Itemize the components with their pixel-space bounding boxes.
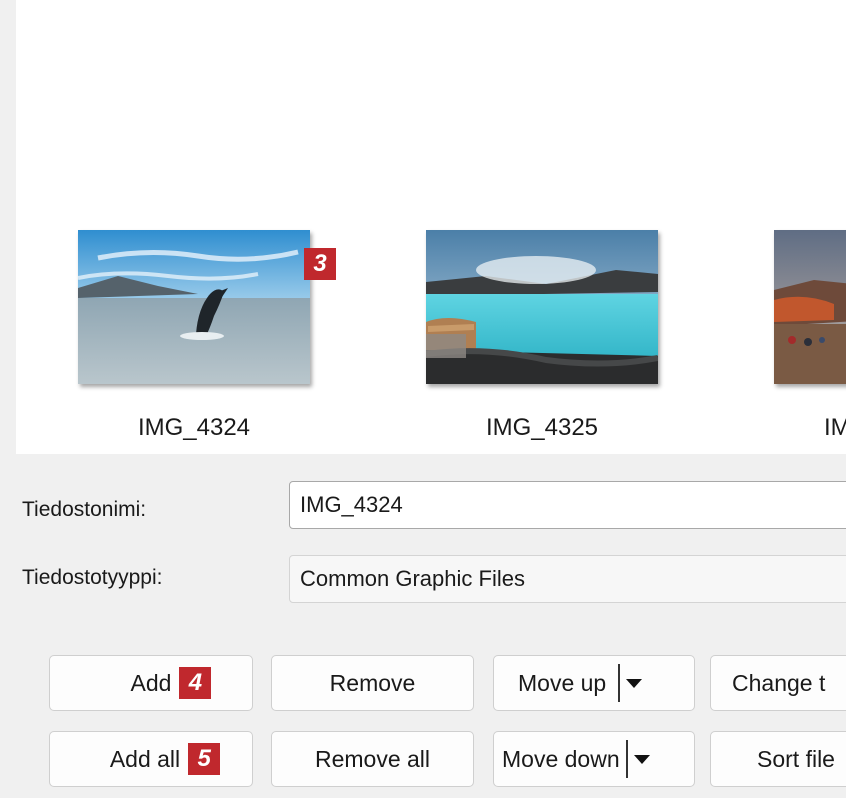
filetype-label: Tiedostotyyppi:	[22, 566, 163, 589]
change-button-label: Change t	[732, 669, 826, 696]
move-down-label: Move down	[502, 745, 620, 772]
split-divider	[625, 740, 628, 778]
chevron-down-icon[interactable]	[626, 678, 643, 688]
filename-input[interactable]: IMG_4324	[289, 481, 846, 529]
add-all-button-label: Add all	[109, 745, 181, 772]
move-down-split-button[interactable]: Move down	[493, 731, 695, 787]
callout-marker: 5	[188, 743, 221, 775]
thumbnail-image-volcano	[774, 230, 846, 384]
filetype-select[interactable]: Common Graphic Files	[289, 555, 846, 603]
callout-marker: 4	[179, 667, 212, 699]
add-button-label: Add	[130, 669, 172, 696]
add-all-button[interactable]: Add all 5	[49, 731, 253, 787]
thumbnail-image-lagoon	[426, 230, 658, 384]
callout-marker: 3	[304, 248, 336, 280]
remove-all-button[interactable]: Remove all	[271, 731, 474, 787]
file-list-pane[interactable]: IMG_4324 3 IMG_4325 IM	[16, 0, 846, 454]
remove-all-button-label: Remove all	[314, 745, 431, 772]
remove-button-label: Remove	[329, 669, 416, 696]
move-up-split-button[interactable]: Move up	[493, 655, 695, 711]
change-button[interactable]: Change t	[710, 655, 846, 711]
remove-button[interactable]: Remove	[271, 655, 474, 711]
sort-files-button-label: Sort file	[757, 745, 835, 772]
add-button[interactable]: Add 4	[49, 655, 253, 711]
thumbnail-image-whale	[78, 230, 310, 384]
chevron-down-icon[interactable]	[633, 754, 650, 764]
sort-files-button[interactable]: Sort file	[710, 731, 846, 787]
thumbnail-caption: IMG_4325	[485, 414, 599, 441]
move-up-label: Move up	[518, 669, 607, 696]
filename-label: Tiedostonimi:	[22, 498, 147, 521]
split-divider	[618, 664, 621, 702]
thumbnail-caption: IMG_4324	[137, 414, 251, 441]
thumbnail-caption: IM	[824, 414, 846, 441]
